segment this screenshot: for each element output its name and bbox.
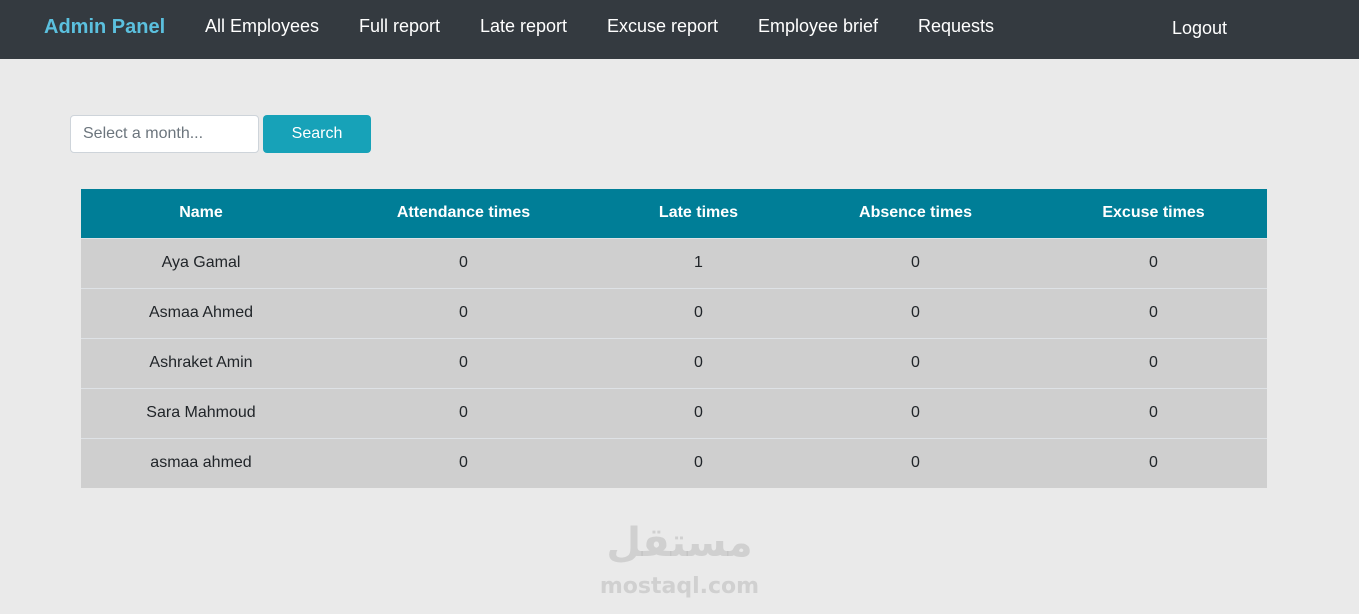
nav-late-report[interactable]: Late report [480, 16, 567, 37]
logout-link[interactable]: Logout [1172, 18, 1227, 39]
column-header-absence: Absence times [791, 189, 1040, 239]
cell-attendance: 0 [321, 337, 606, 388]
cell-late: 1 [606, 237, 791, 288]
cell-name: Aya Gamal [81, 237, 321, 288]
cell-late: 0 [606, 387, 791, 438]
cell-excuse: 0 [1040, 437, 1267, 488]
column-header-name: Name [81, 189, 321, 239]
table-row: asmaa ahmed 0 0 0 0 [81, 437, 1267, 488]
cell-absence: 0 [791, 237, 1040, 288]
watermark-arabic-text: مستقل [606, 520, 753, 566]
cell-name: asmaa ahmed [81, 437, 321, 488]
cell-absence: 0 [791, 287, 1040, 338]
cell-absence: 0 [791, 387, 1040, 438]
cell-name: Ashraket Amin [81, 337, 321, 388]
report-table: Name Attendance times Late times Absence… [81, 189, 1267, 488]
cell-late: 0 [606, 287, 791, 338]
cell-excuse: 0 [1040, 337, 1267, 388]
nav-employee-brief[interactable]: Employee brief [758, 16, 878, 37]
column-header-late: Late times [606, 189, 791, 239]
cell-absence: 0 [791, 337, 1040, 388]
table-row: Asmaa Ahmed 0 0 0 0 [81, 287, 1267, 338]
nav-full-report[interactable]: Full report [359, 16, 440, 37]
cell-attendance: 0 [321, 237, 606, 288]
cell-name: Sara Mahmoud [81, 387, 321, 438]
cell-excuse: 0 [1040, 237, 1267, 288]
watermark-url-text: mostaql.com [599, 574, 760, 599]
column-header-excuse: Excuse times [1040, 189, 1267, 239]
column-header-attendance: Attendance times [321, 189, 606, 239]
cell-attendance: 0 [321, 437, 606, 488]
cell-late: 0 [606, 337, 791, 388]
nav-requests[interactable]: Requests [918, 16, 994, 37]
mostaql-watermark: مستقل mostaql.com [597, 520, 762, 605]
cell-excuse: 0 [1040, 387, 1267, 438]
cell-excuse: 0 [1040, 287, 1267, 338]
search-button[interactable]: Search [263, 115, 371, 153]
month-select-input[interactable] [70, 115, 259, 153]
cell-name: Asmaa Ahmed [81, 287, 321, 338]
table-row: Aya Gamal 0 1 0 0 [81, 237, 1267, 288]
cell-attendance: 0 [321, 387, 606, 438]
cell-absence: 0 [791, 437, 1040, 488]
table-header-row: Name Attendance times Late times Absence… [81, 189, 1267, 239]
top-navbar: Admin Panel All Employees Full report La… [0, 0, 1359, 59]
cell-attendance: 0 [321, 287, 606, 338]
brand-link[interactable]: Admin Panel [44, 16, 165, 39]
table-row: Ashraket Amin 0 0 0 0 [81, 337, 1267, 388]
table-row: Sara Mahmoud 0 0 0 0 [81, 387, 1267, 438]
nav-all-employees[interactable]: All Employees [205, 16, 319, 37]
cell-late: 0 [606, 437, 791, 488]
nav-excuse-report[interactable]: Excuse report [607, 16, 718, 37]
